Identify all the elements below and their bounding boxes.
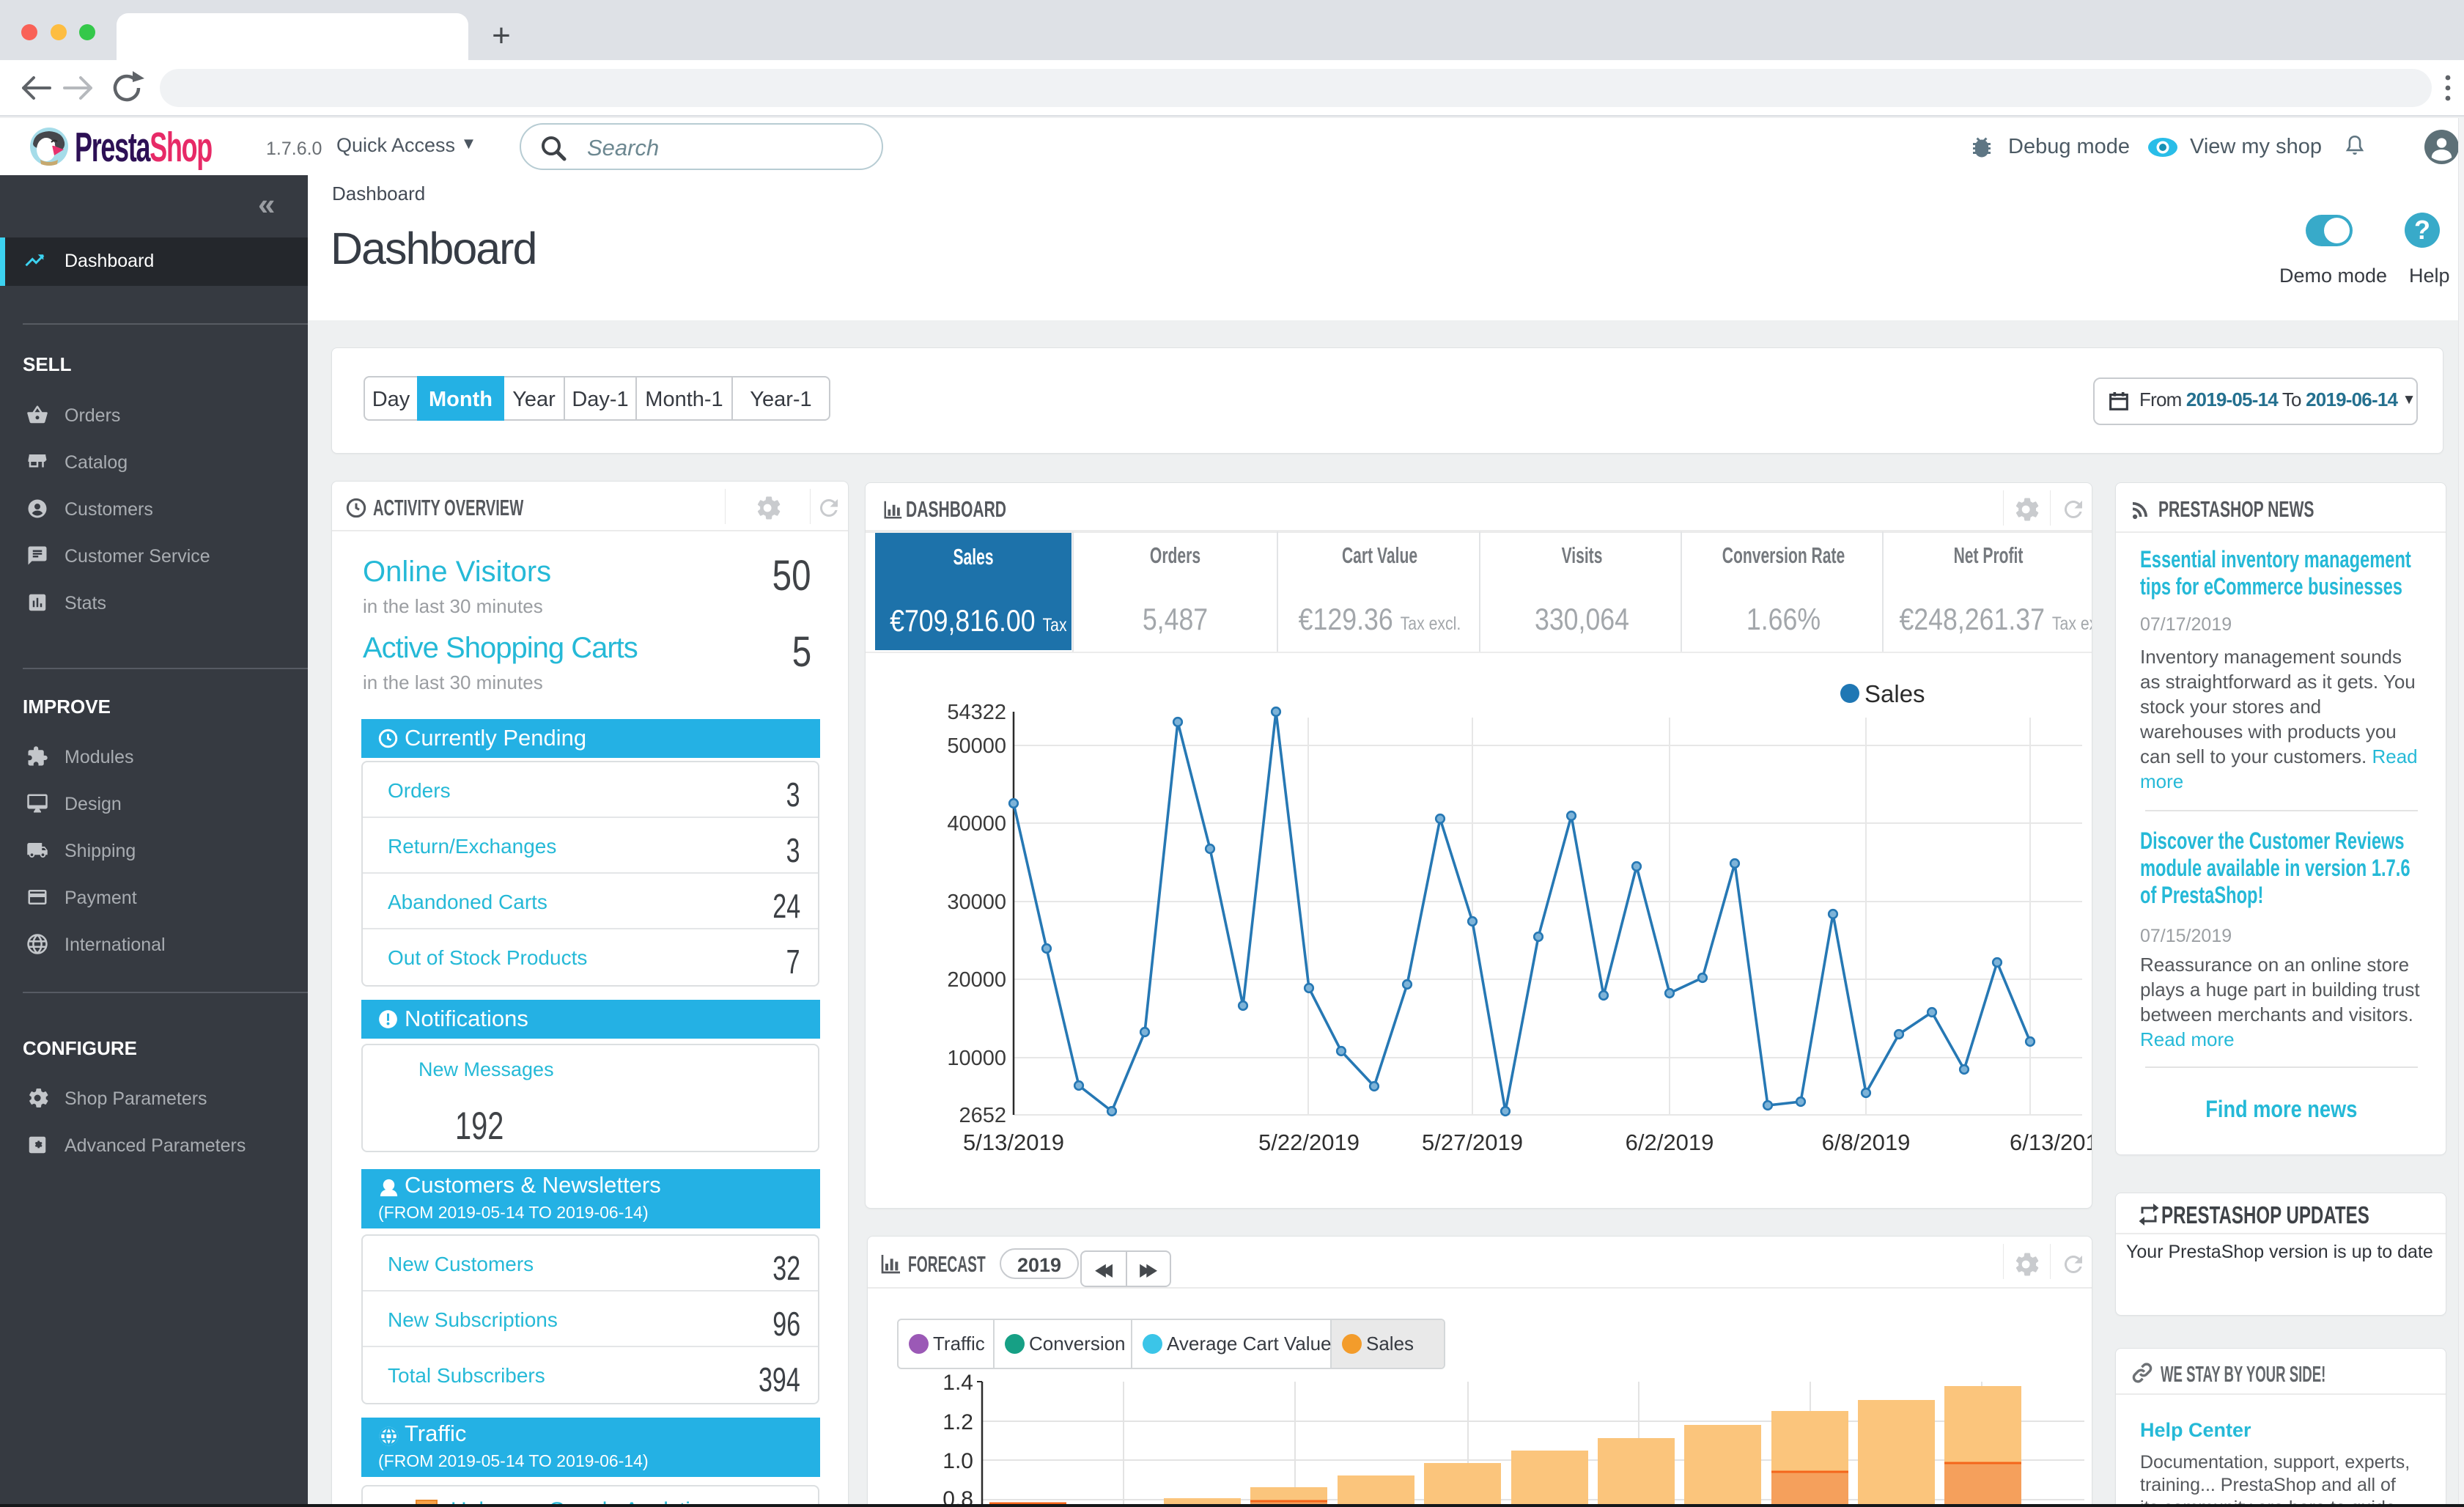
svg-text:2652: 2652: [959, 1104, 1006, 1127]
svg-text:54322: 54322: [947, 701, 1006, 724]
svg-text:6/13/2019: 6/13/2019: [2010, 1130, 2092, 1155]
svg-text:1.4: 1.4: [943, 1371, 973, 1395]
svg-text:10000: 10000: [947, 1047, 1006, 1070]
svg-text:1.2: 1.2: [943, 1410, 973, 1434]
svg-text:20000: 20000: [947, 968, 1006, 992]
svg-text:6/2/2019: 6/2/2019: [1626, 1130, 1714, 1155]
svg-text:30000: 30000: [947, 891, 1006, 914]
svg-text:50000: 50000: [947, 734, 1006, 758]
svg-text:1.0: 1.0: [943, 1449, 973, 1473]
svg-text:40000: 40000: [947, 812, 1006, 836]
svg-text:5/27/2019: 5/27/2019: [1422, 1130, 1523, 1155]
svg-text:5/22/2019: 5/22/2019: [1258, 1130, 1360, 1155]
svg-text:6/8/2019: 6/8/2019: [1822, 1130, 1911, 1155]
svg-text:5/13/2019: 5/13/2019: [963, 1130, 1064, 1155]
svg-text:Sales: Sales: [1864, 680, 1925, 707]
